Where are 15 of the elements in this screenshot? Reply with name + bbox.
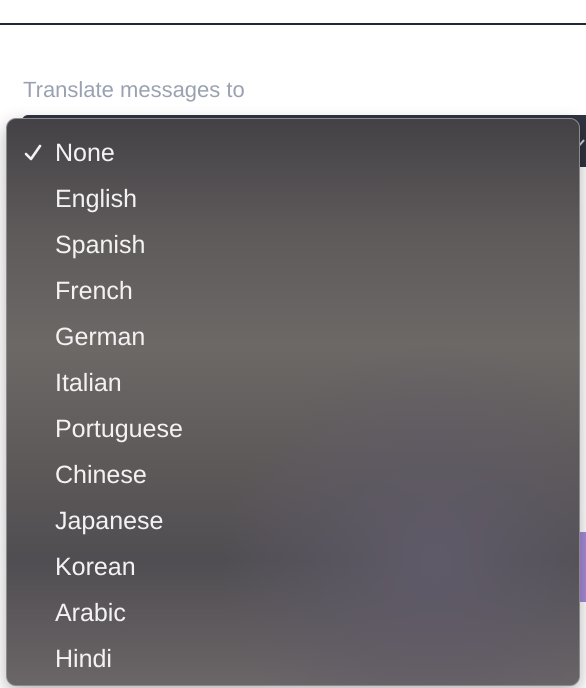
menu-option[interactable]: Portuguese	[7, 406, 579, 452]
menu-option[interactable]: Korean	[7, 544, 579, 590]
menu-option[interactable]: Chinese	[7, 452, 579, 498]
menu-option[interactable]: Arabic	[7, 590, 579, 636]
menu-option[interactable]: Japanese	[7, 498, 579, 544]
menu-option[interactable]: Hindi	[7, 636, 579, 682]
menu-option[interactable]: French	[7, 268, 579, 314]
check-icon	[24, 144, 42, 162]
menu-option[interactable]: German	[7, 314, 579, 360]
menu-option[interactable]: None	[7, 130, 579, 176]
menu-option[interactable]: English	[7, 176, 579, 222]
menu-option[interactable]: Spanish	[7, 222, 579, 268]
menu-option[interactable]: Italian	[7, 360, 579, 406]
side-button[interactable]	[580, 532, 586, 602]
field-label: Translate messages to	[23, 77, 246, 103]
